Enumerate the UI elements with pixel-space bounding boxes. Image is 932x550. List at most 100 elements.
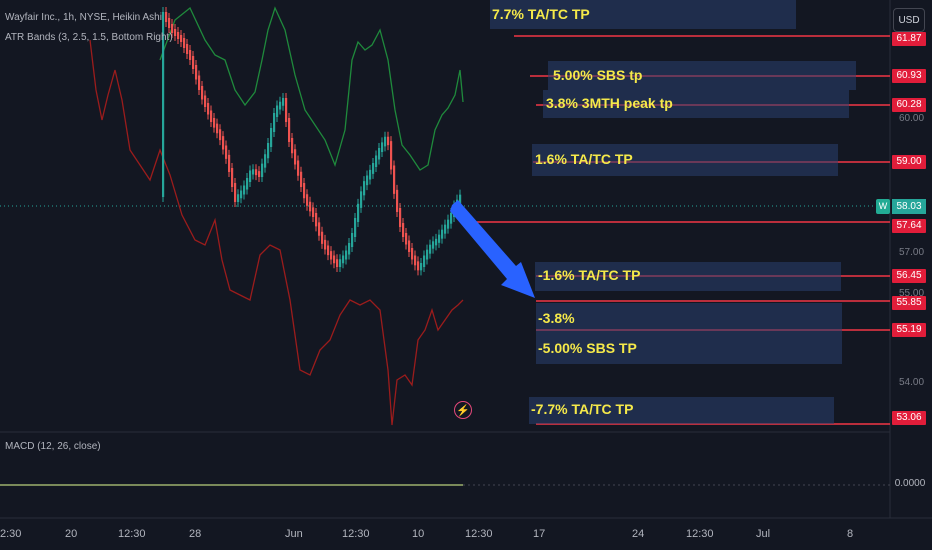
candle (261, 163, 264, 177)
candle (441, 229, 444, 239)
candle (390, 141, 393, 170)
candle (435, 238, 438, 246)
price-tag: 61.87 (892, 32, 926, 46)
candle (219, 129, 222, 141)
candle (249, 170, 252, 182)
target-label: -5.00% SBS TP (538, 340, 637, 356)
lightning-icon[interactable]: ⚡ (454, 401, 472, 419)
candle (423, 255, 426, 267)
symbol-badge: W (876, 199, 890, 214)
candle (393, 165, 396, 194)
candle (222, 136, 225, 150)
candle (405, 233, 408, 245)
candle (432, 241, 435, 249)
candle (414, 255, 417, 266)
time-axis-label: 2:30 (0, 528, 22, 540)
candle (267, 143, 270, 159)
target-label: -1.6% TA/TC TP (538, 267, 641, 283)
candle (294, 149, 297, 165)
candle (375, 155, 378, 167)
candle (174, 29, 177, 36)
candle (309, 201, 312, 212)
time-axis-label: Jun (285, 528, 303, 540)
price-tag: 60.93 (892, 69, 926, 83)
candle (180, 35, 183, 42)
candle (312, 207, 315, 217)
candle (381, 142, 384, 152)
candle (165, 12, 168, 22)
candle (363, 181, 366, 196)
candle (246, 178, 249, 190)
candle (270, 128, 273, 147)
target-label: 3.8% 3MTH peak tp (546, 95, 673, 111)
time-axis-label: 12:30 (342, 528, 370, 540)
candle (318, 222, 321, 236)
price-axis-label: 60.00 (899, 113, 925, 124)
time-axis-label: 10 (412, 528, 425, 540)
candle (258, 171, 261, 177)
candle (384, 136, 387, 147)
price-tag: 53.06 (892, 411, 926, 425)
candle (192, 56, 195, 69)
candle (333, 255, 336, 264)
candle (354, 218, 357, 237)
candle (243, 185, 246, 195)
candle (198, 75, 201, 90)
candle (450, 213, 453, 224)
currency-button[interactable]: USD (893, 8, 925, 32)
price-axis-label: 54.00 (899, 377, 925, 388)
candle (360, 191, 363, 208)
candle (357, 203, 360, 222)
target-label: -3.8% (538, 310, 575, 326)
indicator-label[interactable]: ATR Bands (3, 2.5, 1.5, Bottom Right) (5, 32, 173, 43)
price-tag: 59.00 (892, 155, 926, 169)
candle (369, 169, 372, 180)
candle (378, 148, 381, 160)
candle (168, 18, 171, 28)
candle (399, 208, 402, 227)
time-axis-label: 8 (847, 528, 854, 540)
candle (303, 183, 306, 199)
candle (237, 194, 240, 202)
symbol-title[interactable]: Wayfair Inc., 1h, NYSE, Heikin Ashi (5, 12, 162, 23)
candle (387, 136, 390, 146)
time-axis-label: 17 (533, 528, 546, 540)
chart-window: Wayfair Inc., 1h, NYSE, Heikin Ashi ATR … (0, 0, 932, 550)
time-axis-label: 24 (632, 528, 645, 540)
candle (225, 145, 228, 159)
target-label: 1.6% TA/TC TP (535, 151, 633, 167)
candle (177, 32, 180, 39)
candle (216, 123, 219, 134)
candle (306, 194, 309, 206)
time-axis-label: 12:30 (465, 528, 493, 540)
candle (279, 101, 282, 110)
price-tag: 60.28 (892, 98, 926, 112)
candle (444, 224, 447, 234)
candle (336, 259, 339, 267)
macd-label[interactable]: MACD (12, 26, close) (5, 441, 101, 452)
time-axis-label: 20 (65, 528, 78, 540)
candle (201, 86, 204, 100)
candle (183, 38, 186, 48)
candle (252, 169, 255, 175)
candle (351, 233, 354, 247)
candle (204, 95, 207, 107)
candle (339, 259, 342, 267)
target-label: 5.00% SBS tp (553, 67, 643, 83)
candle (186, 44, 189, 54)
candle (426, 249, 429, 260)
candle (213, 118, 216, 128)
price-tag: 57.64 (892, 219, 926, 233)
time-axis-label: 12:30 (686, 528, 714, 540)
price-tag: 56.45 (892, 269, 926, 283)
price-tag: 55.19 (892, 323, 926, 337)
candle (288, 118, 291, 142)
candle (207, 103, 210, 115)
time-axis-label: Jul (756, 528, 771, 540)
time-axis-label: 12:30 (118, 528, 146, 540)
candle (420, 263, 423, 271)
time-axis-label: 28 (189, 528, 202, 540)
candle (330, 251, 333, 260)
candle (285, 98, 288, 122)
candle (315, 213, 318, 227)
